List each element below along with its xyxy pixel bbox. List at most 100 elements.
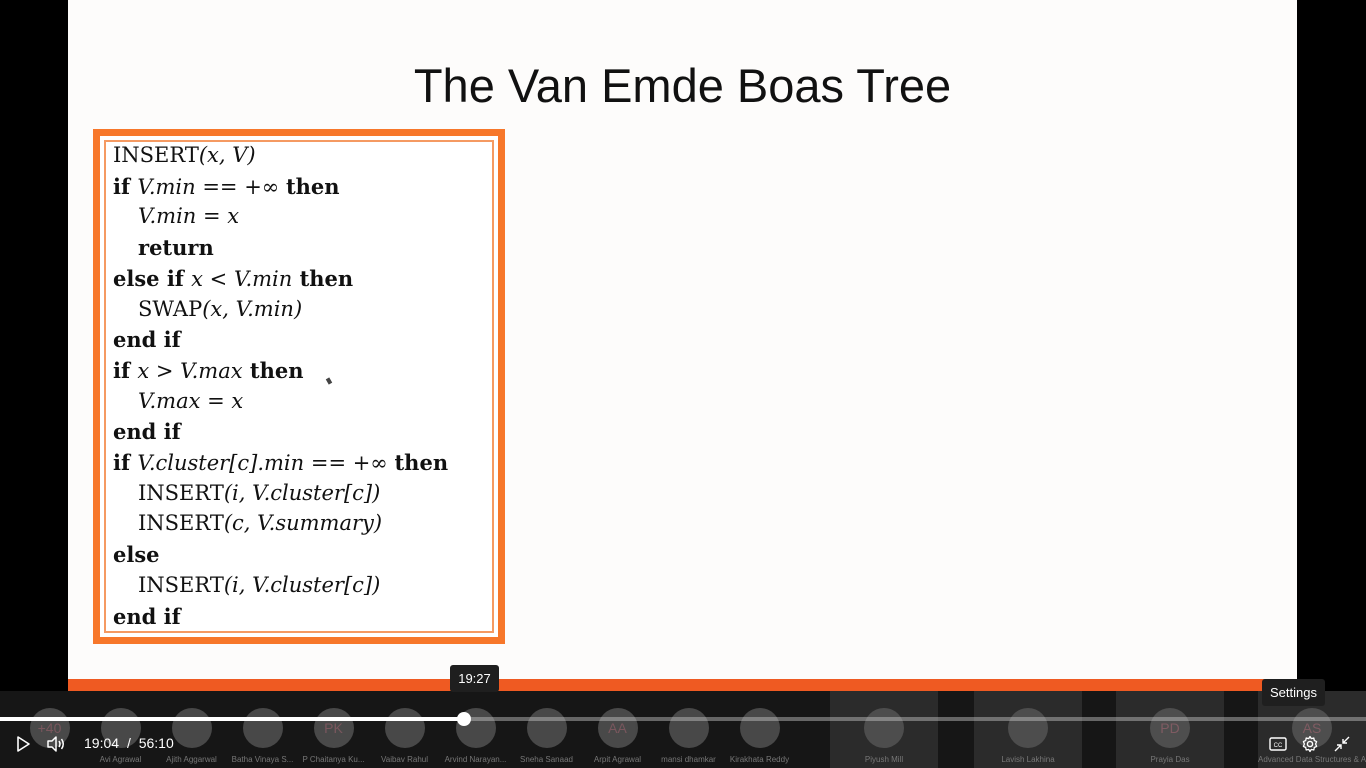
code-token: x bbox=[231, 388, 244, 413]
seek-bar-thumb[interactable] bbox=[457, 712, 471, 726]
algorithm-line: if V.min == +∞ then bbox=[113, 174, 340, 199]
participant-tile[interactable]: Vaibav Rahul bbox=[369, 691, 440, 768]
code-token: if bbox=[113, 173, 138, 199]
exit-fullscreen-button[interactable] bbox=[1330, 732, 1354, 756]
code-token: == +∞ bbox=[304, 451, 395, 475]
participant-strip: +40 Avi Agrawal Ajith Aggarwal Batha Vinaya… bbox=[0, 691, 1366, 768]
code-token: V.min bbox=[137, 174, 196, 199]
code-token: = bbox=[196, 204, 228, 229]
code-token: < bbox=[203, 266, 234, 291]
participant-tile[interactable]: mansi dhamkar bbox=[653, 691, 724, 768]
code-token: > bbox=[149, 358, 181, 383]
algorithm-line: INSERT(i, V.cluster[c]) bbox=[138, 573, 380, 597]
avatar bbox=[242, 708, 283, 748]
seek-time-tooltip: 19:27 bbox=[450, 665, 499, 692]
code-token: else if bbox=[113, 265, 192, 291]
avatar bbox=[668, 708, 709, 748]
slide-title: The Van Emde Boas Tree bbox=[413, 59, 952, 112]
code-token: V.max bbox=[138, 388, 201, 413]
participant-tile[interactable]: +40 bbox=[14, 691, 85, 768]
closed-captions-icon: CC bbox=[1269, 737, 1287, 751]
code-token: then bbox=[292, 265, 354, 291]
participant-tile[interactable]: Lavish Lakhina bbox=[974, 691, 1082, 768]
participant-tile[interactable]: PD Prayia Das bbox=[1116, 691, 1224, 768]
code-token: (x, V.min) bbox=[202, 296, 303, 321]
code-token: x bbox=[227, 204, 240, 229]
algorithm-line: end if bbox=[113, 419, 181, 444]
avatar bbox=[739, 708, 780, 748]
participant-name: Batha Vinaya S... bbox=[231, 755, 294, 764]
algorithm-line: return bbox=[138, 235, 214, 260]
code-token: SWAP bbox=[138, 296, 203, 321]
code-token: x bbox=[191, 266, 203, 291]
participant-name: P Chaitanya Ku... bbox=[302, 755, 365, 764]
avatar bbox=[526, 708, 567, 748]
algorithm-line: end if bbox=[113, 604, 181, 629]
seek-bar-played bbox=[0, 717, 464, 721]
code-token: = bbox=[200, 388, 232, 413]
code-token: then bbox=[394, 450, 449, 475]
avatar bbox=[864, 708, 904, 748]
participant-name: Avi Agrawal bbox=[99, 755, 142, 764]
participant-tile[interactable]: Sneha Sanaad bbox=[511, 691, 582, 768]
algorithm-line: V.min = x bbox=[138, 204, 239, 228]
code-token: then bbox=[285, 173, 340, 199]
code-token: x bbox=[137, 358, 150, 383]
code-token: INSERT bbox=[138, 511, 224, 536]
time-separator: / bbox=[126, 735, 131, 751]
avatar bbox=[384, 708, 425, 748]
algorithm-line: INSERT(c, V.summary) bbox=[138, 511, 382, 535]
captions-button[interactable]: CC bbox=[1266, 732, 1290, 756]
current-time: 19:04 bbox=[84, 735, 120, 751]
participant-tile[interactable]: Arvind Narayan... bbox=[440, 691, 511, 768]
settings-button[interactable] bbox=[1298, 732, 1322, 756]
code-token: == +∞ bbox=[195, 174, 286, 199]
participant-tile[interactable]: AA Arpit Agrawal bbox=[582, 691, 653, 768]
code-token: end if bbox=[113, 327, 181, 353]
algorithm-line: SWAP(x, V.min) bbox=[138, 297, 302, 321]
code-token: (i, V.cluster[c]) bbox=[223, 480, 381, 505]
participant-tile[interactable]: PK P Chaitanya Ku... bbox=[298, 691, 369, 768]
seek-bar[interactable] bbox=[0, 712, 1366, 726]
participant-name: Piyush Mill bbox=[864, 755, 904, 764]
volume-icon bbox=[47, 736, 64, 752]
participant-tile[interactable]: Avi Agrawal bbox=[85, 691, 156, 768]
play-button[interactable] bbox=[11, 732, 35, 756]
avatar: PK bbox=[313, 708, 354, 748]
volume-button[interactable] bbox=[44, 732, 68, 756]
code-token: if bbox=[113, 357, 138, 383]
gear-icon bbox=[1302, 735, 1318, 753]
avatar bbox=[171, 708, 212, 748]
code-token: end if bbox=[113, 603, 181, 629]
participant-name: Sneha Sanaad bbox=[520, 755, 573, 764]
play-icon bbox=[17, 736, 30, 752]
code-token: (c, V.summary) bbox=[223, 511, 383, 536]
code-token: INSERT bbox=[138, 480, 224, 505]
participant-tile[interactable]: Kirakhata Reddy bbox=[724, 691, 795, 768]
algorithm-line: else bbox=[113, 542, 160, 567]
slide-bottom-bar bbox=[68, 679, 1297, 691]
participant-name: Lavish Lakhina bbox=[1001, 755, 1055, 764]
code-token: (i, V.cluster[c]) bbox=[223, 572, 381, 597]
participant-name: Arvind Narayan... bbox=[444, 755, 507, 764]
participant-tile[interactable]: Piyush Mill bbox=[830, 691, 938, 768]
participant-name: Advanced Data Structures & Algori... bbox=[1258, 755, 1366, 764]
participant-name: Arpit Agrawal bbox=[593, 755, 642, 764]
settings-tooltip: Settings bbox=[1262, 679, 1325, 706]
participant-name: Vaibav Rahul bbox=[381, 755, 428, 764]
participant-name: mansi dhamkar bbox=[661, 755, 716, 764]
code-token: V.cluster[c].min bbox=[137, 451, 305, 475]
code-token: (x, V) bbox=[198, 143, 256, 167]
code-token: INSERT bbox=[138, 572, 224, 597]
code-token: return bbox=[138, 235, 214, 261]
participant-name: Prayia Das bbox=[1150, 755, 1190, 764]
avatar bbox=[1008, 708, 1048, 748]
algorithm-line: INSERT(x, V) bbox=[113, 143, 256, 167]
code-token: if bbox=[113, 450, 138, 475]
code-token: then bbox=[242, 357, 304, 383]
algorithm-line: if V.cluster[c].min == +∞ then bbox=[113, 450, 448, 475]
participant-tile[interactable]: Ajith Aggarwal bbox=[156, 691, 227, 768]
code-token: V.max bbox=[180, 358, 243, 383]
code-token: V.min bbox=[233, 266, 293, 291]
participant-tile[interactable]: Batha Vinaya S... bbox=[227, 691, 298, 768]
